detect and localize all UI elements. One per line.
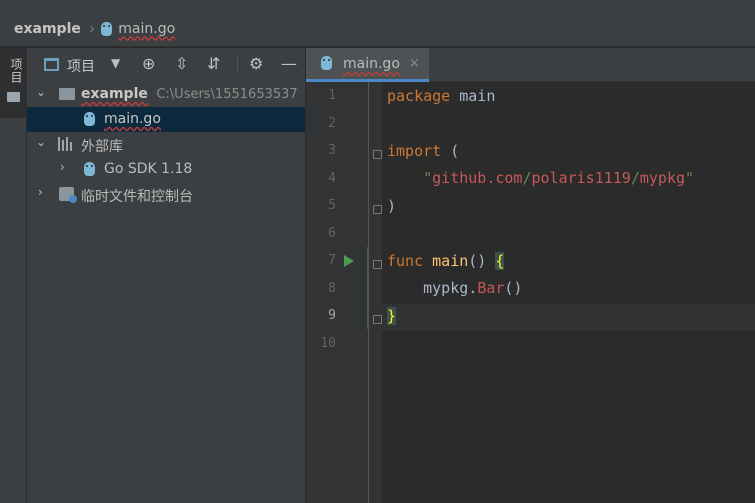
chevron-down-icon[interactable]: ⌄ <box>36 85 46 99</box>
line-number: 5 <box>328 198 336 213</box>
go-sdk-icon <box>84 162 95 176</box>
tree-item-main-go[interactable]: main.go <box>27 107 305 132</box>
project-tool-tab-label: 项目 <box>9 58 23 84</box>
editor-tab-bar: main.go × <box>306 48 755 82</box>
project-view-title[interactable]: 项目 <box>67 56 95 76</box>
tree-item-scratches[interactable]: › 临时文件和控制台 <box>27 182 305 207</box>
editor: main.go × 1 2 3 4 5 6 7 8 9 10 package main impor… <box>306 48 755 503</box>
line-number: 2 <box>328 115 336 131</box>
project-tool-tab[interactable]: 项目 <box>0 48 27 118</box>
code-line-7[interactable]: func main() { <box>387 252 505 270</box>
line-number: 9 <box>328 308 336 323</box>
close-icon[interactable]: × <box>409 56 420 71</box>
code-line-5[interactable]: ) <box>387 197 396 215</box>
menu-bar <box>0 0 755 11</box>
go-file-icon <box>101 21 113 36</box>
minimize-icon[interactable]: — <box>281 54 297 73</box>
breadcrumb-file[interactable]: main.go <box>118 21 175 37</box>
go-file-icon <box>84 112 95 126</box>
chevron-down-icon[interactable]: ⌄ <box>36 135 46 149</box>
line-number: 6 <box>328 225 336 241</box>
folder-icon <box>59 88 75 100</box>
fold-icon[interactable] <box>373 260 382 269</box>
tree-item-label: example <box>81 86 148 102</box>
tree-item-go-sdk[interactable]: › Go SDK 1.18 <box>27 157 305 182</box>
tree-item-example[interactable]: ⌄ example C:\Users\1551653537 <box>27 82 305 107</box>
tree-item-label: 临时文件和控制台 <box>81 189 193 205</box>
locate-icon[interactable]: ⊕ <box>142 54 155 73</box>
code-line-4[interactable]: "github.com/polaris1119/mypkg" <box>387 169 694 187</box>
tree-item-label: Go SDK 1.18 <box>104 161 193 177</box>
gear-icon[interactable]: ⚙ <box>249 54 263 73</box>
line-number: 10 <box>320 335 336 351</box>
run-icon[interactable] <box>344 255 354 267</box>
project-panel: 项目 ▼ ⊕ ⇳ ⇵ ⚙ — ⌄ example C:\Users\155165… <box>27 48 306 503</box>
chevron-right-icon: › <box>88 19 96 38</box>
scratches-icon <box>59 187 77 203</box>
tree-item-label: main.go <box>104 111 161 127</box>
project-view-icon <box>44 58 59 71</box>
line-number: 8 <box>328 280 336 296</box>
folder-icon <box>7 92 20 102</box>
tab-label: main.go <box>343 56 400 72</box>
toolbar-divider <box>237 56 238 74</box>
code-area[interactable]: package main import ( "github.com/polari… <box>382 82 755 503</box>
tree-item-path: C:\Users\1551653537 <box>156 87 298 102</box>
go-file-icon <box>321 56 332 70</box>
tree-item-label: 外部库 <box>81 139 123 155</box>
code-line-9[interactable]: } <box>387 307 397 325</box>
code-line-8[interactable]: mypkg.Bar() <box>387 279 522 297</box>
vcs-change-marker <box>367 247 369 329</box>
line-number: 4 <box>328 170 336 186</box>
project-toolbar: 项目 ▼ ⊕ ⇳ ⇵ ⚙ — <box>27 48 306 82</box>
line-number: 7 <box>328 253 336 268</box>
line-number: 3 <box>328 143 336 158</box>
tree-item-external-libraries[interactable]: ⌄ 外部库 <box>27 132 305 157</box>
chevron-right-icon[interactable]: › <box>60 160 65 174</box>
collapse-all-icon[interactable]: ⇵ <box>207 54 220 73</box>
expand-all-icon[interactable]: ⇳ <box>175 54 188 73</box>
chevron-right-icon[interactable]: › <box>38 185 43 199</box>
code-line-1[interactable]: package main <box>387 87 495 105</box>
fold-icon[interactable] <box>373 205 382 214</box>
library-icon <box>58 137 76 151</box>
current-line-highlight <box>382 304 755 331</box>
tab-main-go[interactable]: main.go × <box>306 48 429 82</box>
chevron-down-icon[interactable]: ▼ <box>111 56 120 70</box>
breadcrumb-project[interactable]: example <box>14 21 81 37</box>
line-number: 1 <box>328 88 336 103</box>
fold-icon[interactable] <box>373 315 382 324</box>
breadcrumb: example › main.go <box>0 11 755 47</box>
left-tool-strip: 项目 <box>0 48 27 503</box>
fold-icon[interactable] <box>373 150 382 159</box>
code-line-3[interactable]: import ( <box>387 142 459 160</box>
